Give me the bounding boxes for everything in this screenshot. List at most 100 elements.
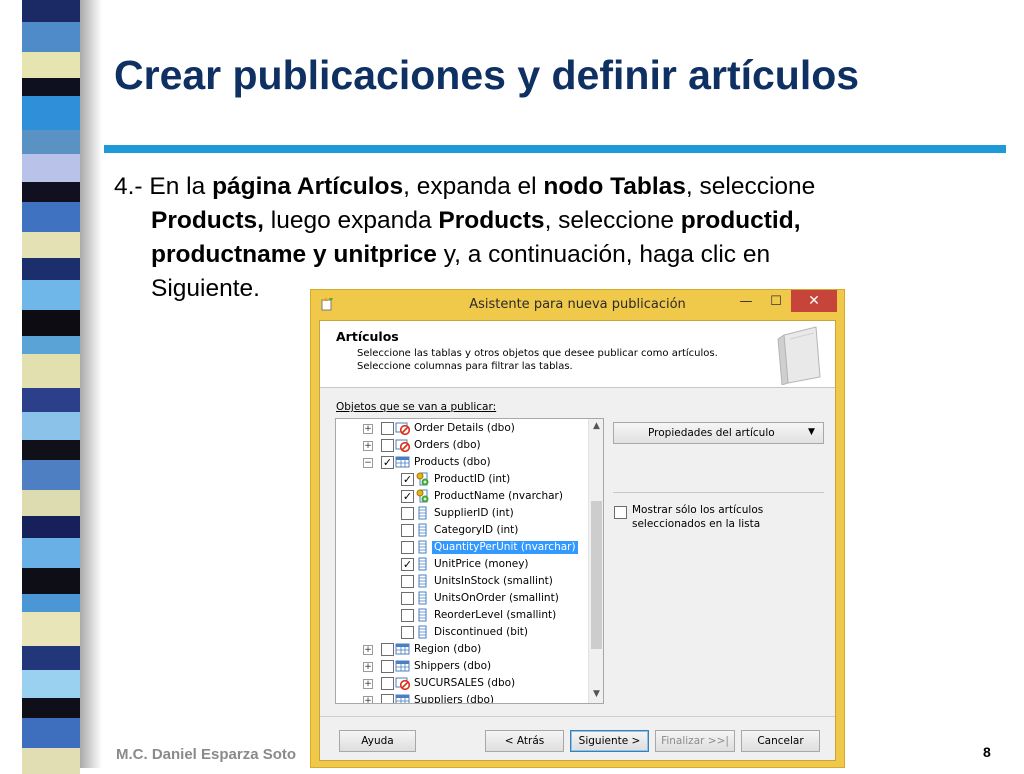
tree-item[interactable]: − ✓ Products (dbo) <box>336 454 588 471</box>
strip-block <box>22 440 80 460</box>
dropdown-arrow-icon: ▼ <box>808 427 815 437</box>
minimize-button[interactable]: — <box>731 290 761 312</box>
tree-item[interactable]: + Shippers (dbo) <box>336 658 588 675</box>
tree-item-checkbox[interactable] <box>401 507 414 520</box>
strip-block <box>22 96 80 130</box>
tree-item-label: CategoryID (int) <box>434 524 519 536</box>
help-button[interactable]: Ayuda <box>339 730 416 752</box>
next-button[interactable]: Siguiente > <box>570 730 649 752</box>
tree-item-checkbox[interactable]: ✓ <box>401 558 414 571</box>
tree-item-label: UnitsOnOrder (smallint) <box>434 592 559 604</box>
title-rule <box>104 145 1006 153</box>
tree-item[interactable]: UnitsInStock (smallint) <box>336 573 588 590</box>
table-icon <box>395 693 410 703</box>
scroll-thumb[interactable] <box>591 501 602 649</box>
page-description-line2: Seleccione columnas para filtrar las tab… <box>357 361 573 372</box>
tree-item[interactable]: ReorderLevel (smallint) <box>336 607 588 624</box>
page-heading: Artículos <box>336 329 399 344</box>
tree-item[interactable]: + Region (dbo) <box>336 641 588 658</box>
tree-item-label: UnitsInStock (smallint) <box>434 575 553 587</box>
tree-item[interactable]: UnitsOnOrder (smallint) <box>336 590 588 607</box>
close-button[interactable]: ✕ <box>791 290 837 312</box>
tree-item-checkbox[interactable] <box>381 422 394 435</box>
tree-item[interactable]: + Suppliers (dbo) <box>336 692 588 703</box>
tree-expander-icon[interactable]: + <box>363 645 373 655</box>
tree-expander-icon[interactable]: + <box>363 662 373 672</box>
instruction-line: Products, luego expanda Products, selecc… <box>114 204 944 238</box>
strip-block <box>22 202 80 232</box>
tree-item-checkbox[interactable] <box>401 541 414 554</box>
strip-block <box>22 22 80 52</box>
tree-item-checkbox[interactable]: ✓ <box>381 456 394 469</box>
footer-author: M.C. Daniel Esparza Soto <box>116 746 297 763</box>
tree-item-checkbox[interactable] <box>381 694 394 703</box>
button-separator <box>320 716 835 717</box>
tree-item-label: Order Details (dbo) <box>414 422 515 434</box>
tree-expander-icon[interactable]: − <box>363 458 373 468</box>
finish-button: Finalizar >>| <box>655 730 735 752</box>
tree-item[interactable]: SupplierID (int) <box>336 505 588 522</box>
scroll-up-icon[interactable]: ▲ <box>589 419 603 434</box>
maximize-button[interactable]: ☐ <box>761 290 791 312</box>
tree-item[interactable]: + Orders (dbo) <box>336 437 588 454</box>
strip-block <box>22 258 80 280</box>
tree-item-checkbox[interactable]: ✓ <box>401 473 414 486</box>
column-icon <box>415 506 430 520</box>
dialog-titlebar[interactable]: Asistente para nueva publicación — ☐ ✕ <box>311 290 844 319</box>
tree-item-checkbox[interactable] <box>401 524 414 537</box>
instruction-text: 4.- En la página Artículos, expanda el n… <box>114 170 944 306</box>
tree-item-checkbox[interactable] <box>401 575 414 588</box>
strip-block <box>22 280 80 310</box>
tree-item-checkbox[interactable] <box>401 626 414 639</box>
tree-item-label: Region (dbo) <box>414 643 482 655</box>
tree-item[interactable]: + Order Details (dbo) <box>336 420 588 437</box>
tree-item[interactable]: Discontinued (bit) <box>336 624 588 641</box>
strip-block <box>22 0 80 22</box>
show-selected-only-checkbox[interactable] <box>614 506 627 519</box>
column-icon <box>415 574 430 588</box>
tree-item-checkbox[interactable] <box>401 592 414 605</box>
strip-block <box>22 336 80 354</box>
article-properties-dropdown-button[interactable]: Propiedades del artículo ▼ <box>613 422 824 444</box>
tree-item-checkbox[interactable] <box>381 660 394 673</box>
column-icon <box>415 608 430 622</box>
tree-expander-icon[interactable]: + <box>363 696 373 703</box>
strip-block <box>22 388 80 412</box>
tree-item-checkbox[interactable] <box>381 677 394 690</box>
slide-title: Crear publicaciones y definir artículos <box>114 52 860 98</box>
tree-item-checkbox[interactable] <box>381 643 394 656</box>
instruction-part: , seleccione <box>685 173 816 200</box>
strip-block <box>22 594 80 612</box>
tree-item[interactable]: QuantityPerUnit (nvarchar) <box>336 539 588 556</box>
instruction-part: , expanda el <box>403 173 544 200</box>
column-icon <box>415 557 430 571</box>
strip-block <box>22 568 80 594</box>
excluded-table-icon <box>395 421 411 436</box>
tree-scrollbar[interactable]: ▲ ▼ <box>588 419 603 703</box>
strip-block <box>22 698 80 718</box>
tree-expander-icon[interactable]: + <box>363 441 373 451</box>
tree-item-checkbox[interactable]: ✓ <box>401 490 414 503</box>
tree-item-label: ReorderLevel (smallint) <box>434 609 557 621</box>
dialog-client-area: Artículos Seleccione las tablas y otros … <box>319 320 836 761</box>
objects-to-publish-label: Objetos que se van a publicar: <box>336 401 497 413</box>
decorative-strip <box>22 0 80 774</box>
tree-expander-icon[interactable]: + <box>363 424 373 434</box>
instruction-part: luego expanda <box>264 207 439 234</box>
tree-item-label: Discontinued (bit) <box>434 626 529 638</box>
tree-item[interactable]: CategoryID (int) <box>336 522 588 539</box>
tree-expander-icon[interactable]: + <box>363 679 373 689</box>
scroll-down-icon[interactable]: ▼ <box>589 687 603 702</box>
strip-block <box>22 670 80 698</box>
cancel-button[interactable]: Cancelar <box>741 730 820 752</box>
tree-item[interactable]: ✓ ProductID (int) <box>336 471 588 488</box>
tree-item[interactable]: + SUCURSALES (dbo) <box>336 675 588 692</box>
tree-item[interactable]: ✓ ProductName (nvarchar) <box>336 488 588 505</box>
objects-tree[interactable]: + Order Details (dbo) + Orders (dbo) − ✓ Produ… <box>335 418 604 704</box>
excluded-table-icon <box>395 676 411 691</box>
instruction-bold: nodo Tablas <box>543 173 686 200</box>
tree-item-checkbox[interactable] <box>381 439 394 452</box>
tree-item[interactable]: ✓ UnitPrice (money) <box>336 556 588 573</box>
back-button[interactable]: < Atrás <box>485 730 564 752</box>
tree-item-checkbox[interactable] <box>401 609 414 622</box>
